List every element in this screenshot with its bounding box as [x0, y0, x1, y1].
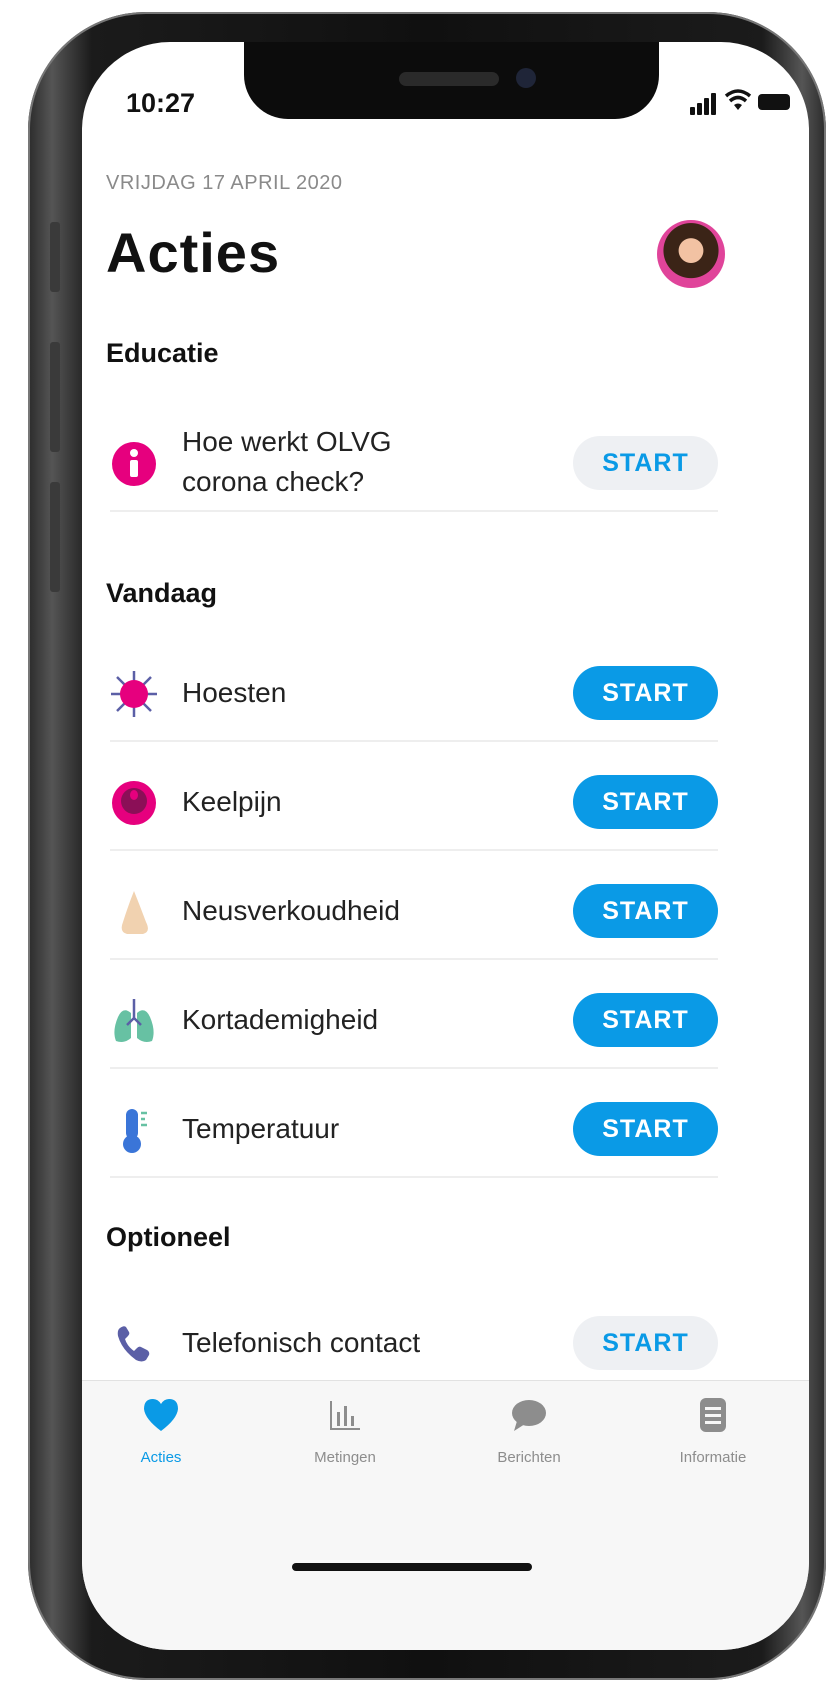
start-button-hoesten[interactable]: START	[573, 666, 718, 720]
start-button-kortademigheid[interactable]: START	[573, 993, 718, 1047]
list-item-label: Keelpijn	[182, 786, 282, 817]
list-item-temperatuur: Temperatuur START	[106, 1078, 718, 1178]
list-item-kortademigheid: Kortademigheid START	[106, 969, 718, 1069]
document-icon	[700, 1398, 726, 1432]
start-button-keelpijn[interactable]: START	[573, 775, 718, 829]
list-item-telefonisch-contact: Telefonisch contact START	[106, 1292, 718, 1392]
notch	[244, 42, 659, 119]
divider	[110, 1067, 718, 1069]
list-item-label: Hoe werkt OLVG corona check?	[182, 426, 392, 497]
status-icons	[690, 89, 800, 115]
tab-berichten[interactable]: Berichten	[454, 1395, 604, 1475]
phone-icon	[117, 1326, 150, 1362]
header-date: VRIJDAG 17 APRIL 2020	[106, 172, 343, 194]
battery-icon	[758, 94, 790, 110]
list-item-label: Telefonisch contact	[182, 1327, 421, 1358]
front-camera	[516, 68, 536, 88]
bar-chart-icon	[330, 1401, 360, 1430]
tab-label: Metingen	[314, 1449, 376, 1466]
volume-down-button	[50, 482, 60, 592]
virus-icon	[111, 671, 157, 717]
home-indicator[interactable]	[292, 1563, 532, 1571]
section-optioneel-title: Optioneel	[106, 1222, 231, 1252]
heart-icon	[144, 1399, 178, 1431]
divider	[110, 849, 718, 851]
divider	[110, 740, 718, 742]
list-item-label: Neusverkoudheid	[182, 895, 400, 926]
tab-label: Acties	[140, 1449, 182, 1466]
start-button-corona-check[interactable]: START	[573, 436, 718, 490]
status-time: 10:27	[126, 88, 196, 118]
list-item-label: Hoesten	[182, 677, 287, 708]
tab-label: Informatie	[679, 1449, 747, 1466]
list-item-label: Temperatuur	[182, 1113, 340, 1144]
speaker-grille	[399, 72, 499, 86]
divider	[110, 1176, 718, 1178]
section-vandaag-title: Vandaag	[106, 578, 218, 608]
tab-metingen[interactable]: Metingen	[270, 1395, 420, 1475]
volume-up-button	[50, 342, 60, 452]
throat-icon	[112, 781, 156, 825]
divider	[110, 510, 718, 512]
tab-informatie[interactable]: Informatie	[638, 1395, 788, 1475]
tab-label: Berichten	[497, 1449, 561, 1466]
section-educatie-title: Educatie	[106, 338, 219, 368]
list-item-corona-check: Hoe werkt OLVG corona check? START	[106, 412, 718, 512]
info-icon	[112, 442, 156, 486]
wifi-icon	[724, 89, 752, 110]
mute-switch	[50, 222, 60, 292]
list-item-neusverkoudheid: Neusverkoudheid START	[106, 860, 718, 960]
thermometer-icon	[123, 1109, 147, 1153]
avatar[interactable]	[657, 220, 725, 288]
chat-bubble-icon	[512, 1400, 546, 1431]
list-item-keelpijn: Keelpijn START	[106, 751, 718, 851]
page-title: Acties	[106, 221, 281, 284]
app-screen: 10:27 VRIJDAG 17 APRIL 2020 Acties Educa…	[82, 42, 809, 1650]
lungs-icon	[114, 999, 154, 1042]
start-button-telefonisch-contact[interactable]: START	[573, 1316, 718, 1370]
list-item-hoesten: Hoesten START	[106, 642, 718, 742]
tab-bar: Acties Metingen Berichten Informatie	[82, 1380, 809, 1650]
start-button-neusverkoudheid[interactable]: START	[573, 884, 718, 938]
nose-icon	[121, 891, 148, 934]
tab-acties[interactable]: Acties	[86, 1395, 236, 1475]
list-item-label: Kortademigheid	[182, 1004, 379, 1035]
start-button-temperatuur[interactable]: START	[573, 1102, 718, 1156]
divider	[110, 958, 718, 960]
